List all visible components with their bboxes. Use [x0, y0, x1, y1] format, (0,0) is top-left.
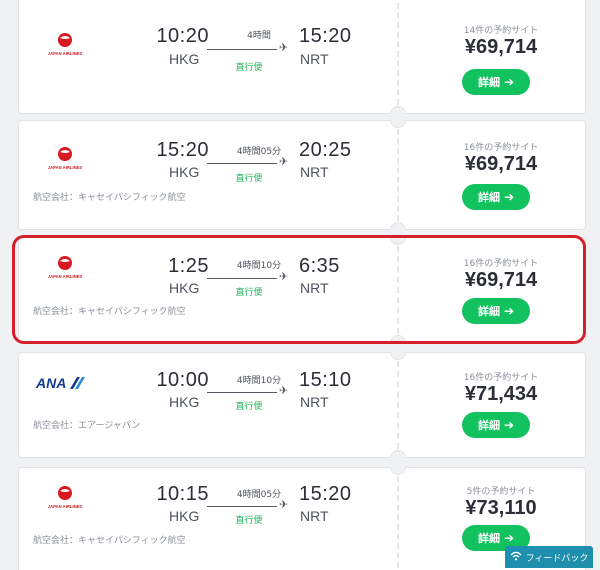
departure-code: HKG	[169, 280, 200, 296]
flight-card[interactable]: JAPAN AIRLINES 15:20 HKG 4時間05分 ✈ 直行便 20…	[18, 120, 586, 230]
card-divider	[397, 246, 399, 334]
booking-sites-count: 16件の予約サイト	[463, 373, 539, 383]
card-notch	[390, 106, 406, 114]
detail-button-label: 詳細	[477, 305, 500, 318]
route-line	[207, 278, 277, 279]
arrival-time: 6:35	[299, 255, 340, 277]
price: ¥69,714	[464, 153, 538, 175]
arrival-code: NRT	[300, 51, 329, 67]
booking-sites-count: 16件の予約サイト	[463, 259, 539, 269]
route-line	[207, 506, 277, 507]
flight-card[interactable]: JAPAN AIRLINES 1:25 HKG 4時間10分 ✈ 直行便 6:3…	[18, 237, 586, 343]
card-divider	[397, 3, 399, 105]
arrival-time: 20:25	[299, 139, 352, 161]
detail-button[interactable]: 詳細 ➔	[462, 298, 530, 324]
card-notch	[390, 467, 406, 475]
route-line	[207, 392, 277, 393]
card-divider	[397, 129, 399, 221]
operating-airline: 航空会社：キャセイパシフィック航空	[33, 193, 186, 203]
detail-button[interactable]: 詳細 ➔	[462, 184, 530, 210]
card-notch	[390, 222, 406, 230]
departure-time: 10:00	[156, 369, 209, 391]
svg-text:JAPAN AIRLINES: JAPAN AIRLINES	[48, 504, 83, 509]
operating-airline: 航空会社：キャセイパシフィック航空	[33, 307, 186, 317]
departure-code: HKG	[169, 508, 200, 524]
plane-icon: ✈	[279, 498, 289, 511]
svg-text:ANA: ANA	[35, 375, 66, 391]
svg-text:JAPAN AIRLINES: JAPAN AIRLINES	[48, 165, 83, 170]
card-notch	[390, 237, 406, 245]
direct-flight-label: 直行便	[235, 288, 263, 298]
arrow-right-icon: ➔	[503, 531, 515, 545]
departure-time: 10:20	[156, 25, 209, 47]
arrow-right-icon: ➔	[503, 304, 515, 318]
jal-crane-logo: JAPAN AIRLINES	[45, 252, 85, 282]
arrival-time: 15:20	[299, 25, 352, 47]
card-divider	[397, 476, 399, 568]
card-notch	[390, 352, 406, 360]
jal-crane-logo: JAPAN AIRLINES	[45, 482, 85, 512]
detail-button-label: 詳細	[477, 191, 500, 204]
price: ¥69,714	[464, 269, 538, 291]
arrival-code: NRT	[300, 280, 329, 296]
svg-text:JAPAN AIRLINES: JAPAN AIRLINES	[48, 274, 83, 279]
detail-button[interactable]: 詳細 ➔	[462, 412, 530, 438]
ana-logo: ANA	[35, 373, 87, 393]
departure-code: HKG	[169, 394, 200, 410]
direct-flight-label: 直行便	[235, 63, 263, 73]
operating-airline: 航空会社：キャセイパシフィック航空	[33, 536, 186, 546]
card-notch	[390, 335, 406, 343]
arrival-code: NRT	[300, 394, 329, 410]
card-notch	[390, 450, 406, 458]
price: ¥71,434	[464, 383, 538, 405]
jal-crane-logo: JAPAN AIRLINES	[45, 143, 85, 173]
departure-time: 10:15	[156, 483, 209, 505]
detail-button[interactable]: 詳細 ➔	[462, 69, 530, 95]
arrival-time: 15:10	[299, 369, 352, 391]
flight-duration: 4時間	[247, 31, 271, 41]
flight-card[interactable]: JAPAN AIRLINES 10:15 HKG 4時間05分 ✈ 直行便 15…	[18, 467, 586, 570]
jal-crane-logo: JAPAN AIRLINES	[45, 29, 85, 59]
booking-sites-count: 16件の予約サイト	[463, 143, 539, 153]
plane-icon: ✈	[279, 270, 289, 283]
wifi-icon	[510, 551, 522, 564]
feedback-button[interactable]: フィードバック	[505, 546, 593, 568]
detail-button-label: 詳細	[477, 532, 500, 545]
arrow-right-icon: ➔	[503, 75, 515, 89]
direct-flight-label: 直行便	[235, 516, 263, 526]
price: ¥73,110	[465, 497, 537, 519]
card-divider	[397, 361, 399, 449]
plane-icon: ✈	[279, 384, 289, 397]
svg-text:JAPAN AIRLINES: JAPAN AIRLINES	[48, 51, 83, 56]
arrival-code: NRT	[300, 164, 329, 180]
detail-button-label: 詳細	[477, 419, 500, 432]
arrival-time: 15:20	[299, 483, 352, 505]
departure-code: HKG	[169, 51, 200, 67]
operating-airline: 航空会社：エアージャパン	[33, 421, 141, 431]
plane-icon: ✈	[279, 155, 289, 168]
detail-button-label: 詳細	[477, 76, 500, 89]
plane-icon: ✈	[279, 41, 289, 54]
departure-code: HKG	[169, 164, 200, 180]
direct-flight-label: 直行便	[235, 174, 263, 184]
route-line	[207, 49, 277, 50]
card-notch	[390, 120, 406, 128]
arrival-code: NRT	[300, 508, 329, 524]
arrow-right-icon: ➔	[503, 418, 515, 432]
feedback-label: フィードバック	[525, 553, 589, 564]
flight-card[interactable]: ANA 10:00 HKG 4時間10分 ✈ 直行便 15:10 NRT 航空会…	[18, 352, 586, 458]
route-line	[207, 163, 277, 164]
departure-time: 1:25	[168, 255, 209, 277]
direct-flight-label: 直行便	[235, 402, 263, 412]
booking-sites-count: 14件の予約サイト	[463, 26, 539, 36]
arrow-right-icon: ➔	[503, 190, 515, 204]
price: ¥69,714	[464, 36, 538, 58]
booking-sites-count: 5件の予約サイト	[466, 487, 536, 497]
flight-card[interactable]: JAPAN AIRLINES 10:20 HKG 4時間 ✈ 直行便 15:20…	[18, 0, 586, 114]
departure-time: 15:20	[156, 139, 209, 161]
